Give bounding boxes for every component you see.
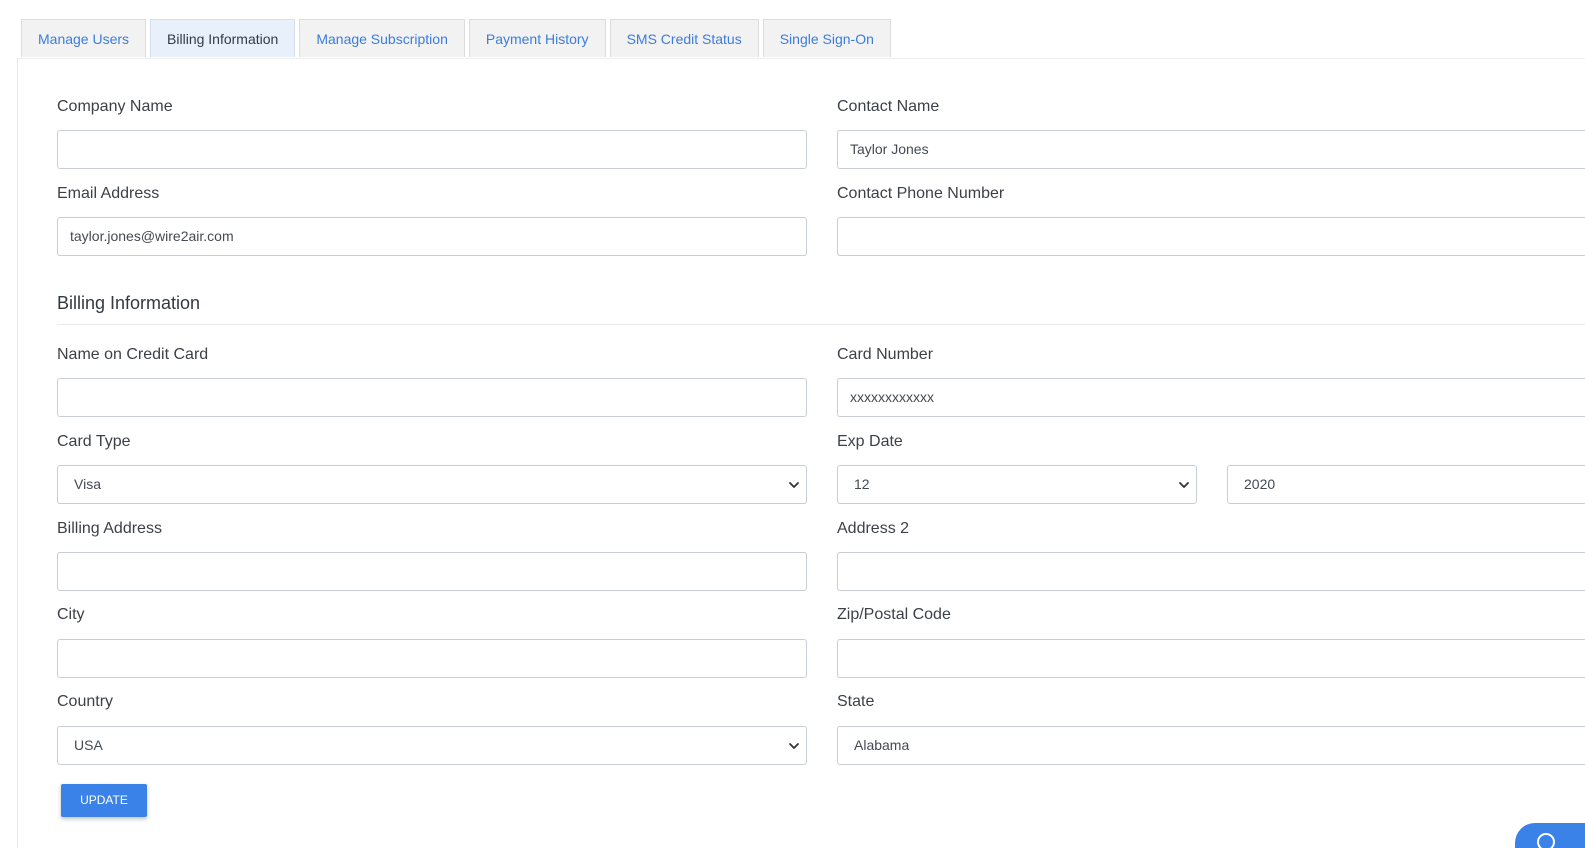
country-label: Country bbox=[57, 693, 114, 710]
city-label: City bbox=[57, 606, 85, 623]
address2-label: Address 2 bbox=[837, 520, 910, 537]
chevron-down-icon bbox=[1179, 482, 1189, 488]
zip-label: Zip/Postal Code bbox=[837, 606, 951, 623]
card-number-input[interactable]: xxxxxxxxxxxx bbox=[837, 378, 1585, 417]
exp-year-value: 2020 bbox=[1244, 476, 1276, 492]
contact-name-input[interactable]: Taylor Jones bbox=[837, 130, 1585, 169]
exp-month-select[interactable]: 12 bbox=[837, 465, 1197, 504]
city-input[interactable] bbox=[57, 639, 807, 678]
company-name-input[interactable] bbox=[57, 130, 807, 169]
chevron-down-icon bbox=[789, 743, 799, 749]
card-number-label: Card Number bbox=[837, 346, 934, 363]
card-type-label: Card Type bbox=[57, 433, 131, 450]
name-on-card-input[interactable] bbox=[57, 378, 807, 417]
tab-billing-information[interactable]: Billing Information bbox=[150, 19, 296, 57]
chat-button[interactable] bbox=[1515, 823, 1585, 848]
tab-single-sign-on[interactable]: Single Sign-On bbox=[762, 19, 891, 57]
country-select[interactable]: USA bbox=[57, 726, 807, 765]
country-value: USA bbox=[74, 737, 103, 753]
exp-year-select[interactable]: 2020 bbox=[1227, 465, 1585, 504]
state-value: Alabama bbox=[854, 737, 910, 753]
address2-input[interactable] bbox=[837, 552, 1585, 591]
contact-phone-label: Contact Phone Number bbox=[837, 185, 1005, 202]
company-name-label: Company Name bbox=[57, 98, 173, 115]
tab-manage-subscription[interactable]: Manage Subscription bbox=[299, 19, 465, 57]
tab-sms-credit-status[interactable]: SMS Credit Status bbox=[609, 19, 759, 57]
email-label: Email Address bbox=[57, 185, 160, 202]
account-tabs: Manage Users Billing Information Manage … bbox=[21, 19, 895, 58]
billing-page: Manage Users Billing Information Manage … bbox=[0, 0, 1585, 848]
contact-name-label: Contact Name bbox=[837, 98, 940, 115]
billing-section-title: Billing Information bbox=[57, 293, 201, 313]
card-type-select[interactable]: Visa bbox=[57, 465, 807, 504]
exp-date-label: Exp Date bbox=[837, 433, 903, 450]
card-type-value: Visa bbox=[74, 476, 101, 492]
update-button[interactable]: UPDATE bbox=[61, 784, 147, 817]
chevron-down-icon bbox=[789, 482, 799, 488]
tab-payment-history[interactable]: Payment History bbox=[468, 19, 606, 57]
section-divider bbox=[57, 324, 1585, 325]
content-left-border bbox=[17, 58, 18, 848]
chat-bubble-icon bbox=[1537, 833, 1555, 848]
billing-address-label: Billing Address bbox=[57, 520, 162, 537]
state-label: State bbox=[837, 693, 875, 710]
contact-phone-input[interactable] bbox=[837, 217, 1585, 256]
tabs-divider bbox=[17, 58, 1585, 59]
email-input[interactable]: taylor.jones@wire2air.com bbox=[57, 217, 807, 256]
exp-month-value: 12 bbox=[854, 476, 870, 492]
billing-address-input[interactable] bbox=[57, 552, 807, 591]
tab-manage-users[interactable]: Manage Users bbox=[21, 19, 147, 57]
state-select[interactable]: Alabama bbox=[837, 726, 1585, 765]
name-on-card-label: Name on Credit Card bbox=[57, 346, 209, 363]
zip-input[interactable] bbox=[837, 639, 1585, 678]
